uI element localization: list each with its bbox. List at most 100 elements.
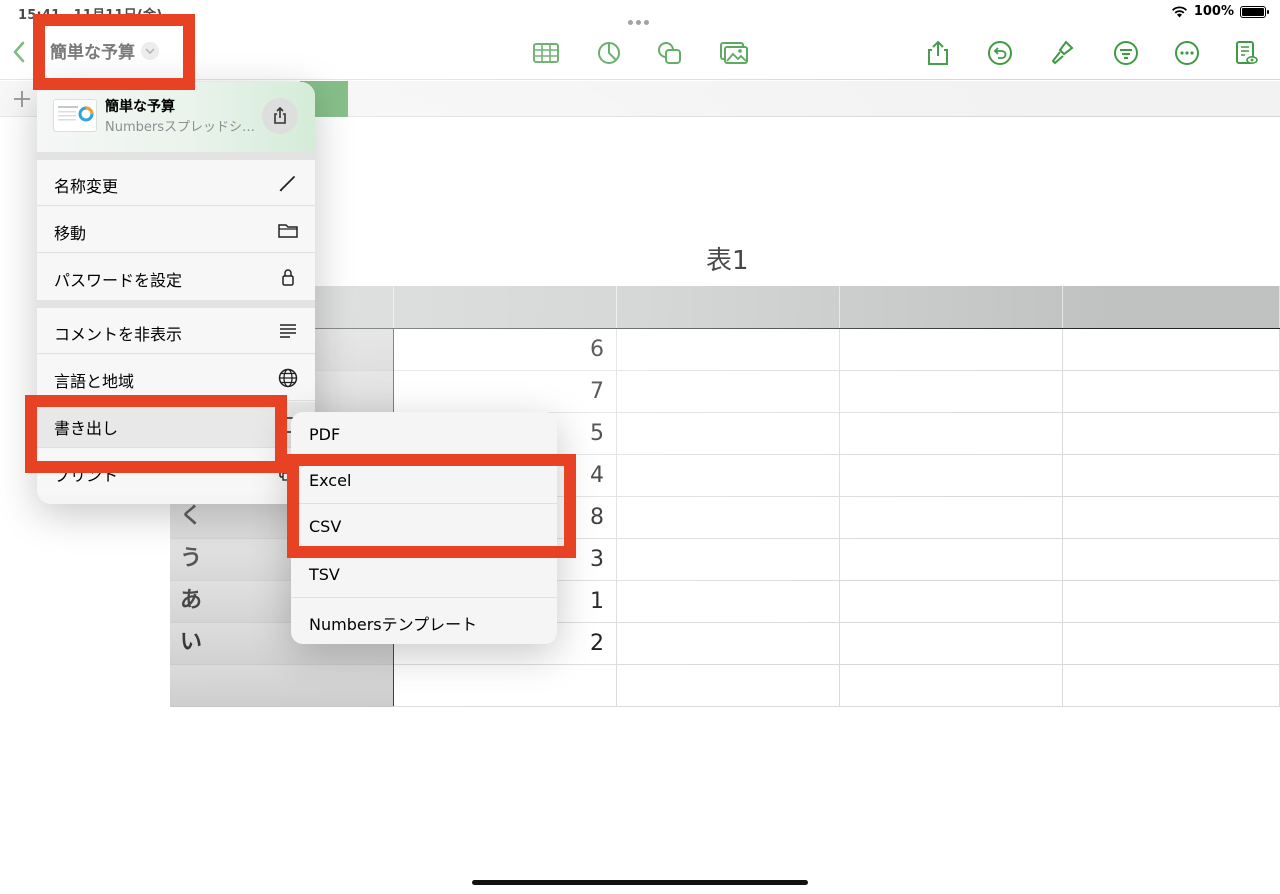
export-option-pdf[interactable]: PDF [291, 412, 557, 458]
table-title: 表1 [706, 246, 749, 276]
empty-cell[interactable] [617, 539, 840, 581]
share-icon[interactable] [924, 40, 952, 66]
column-header[interactable] [617, 286, 840, 328]
globe-icon [278, 368, 298, 388]
export-option-label: Excel [309, 471, 352, 490]
row-header-cell[interactable] [170, 665, 394, 707]
format-brush-icon[interactable] [1048, 40, 1076, 66]
empty-cell[interactable] [840, 329, 1063, 371]
document-menu-header: 簡単な予算 Numbersスプレッドシート [37, 82, 315, 152]
export-option-label: Numbersテンプレート [309, 615, 478, 634]
back-chevron-icon[interactable] [12, 40, 26, 64]
menu-item-hide-comments[interactable]: コメントを非表示 [37, 308, 315, 354]
empty-cell[interactable] [617, 455, 840, 497]
menu-item-rename[interactable]: 名称変更 [37, 160, 315, 206]
header-divider [170, 328, 1280, 329]
empty-cell[interactable] [1063, 413, 1280, 455]
value-cell[interactable]: 6 [394, 329, 617, 371]
empty-cell[interactable] [617, 581, 840, 623]
home-indicator[interactable] [472, 880, 808, 885]
share-button[interactable] [262, 98, 298, 134]
more-icon[interactable] [1173, 40, 1201, 66]
folder-icon [278, 224, 298, 238]
empty-cell[interactable] [617, 413, 840, 455]
multitasking-dots-icon[interactable] [628, 10, 654, 25]
lines-icon [280, 324, 296, 338]
battery-percent: 100% [1193, 4, 1234, 19]
menu-item-label: パスワードを設定 [54, 271, 183, 290]
wifi-icon [1171, 6, 1187, 18]
chart-icon[interactable] [595, 40, 623, 66]
media-icon[interactable] [719, 40, 749, 66]
table-icon[interactable] [532, 40, 560, 66]
menu-item-label: 移動 [54, 224, 87, 243]
collaborate-icon[interactable] [1112, 40, 1140, 66]
column-header[interactable] [394, 286, 617, 328]
shapes-icon[interactable] [656, 40, 684, 66]
menu-item-print[interactable]: プリント [37, 449, 315, 495]
document-menu-subtitle: Numbersスプレッドシート [105, 120, 255, 135]
export-submenu: PDF Excel CSV TSV Numbersテンプレート [291, 412, 557, 644]
export-option-label: CSV [309, 517, 342, 536]
export-option-label: PDF [309, 425, 341, 444]
empty-cell[interactable] [617, 623, 840, 665]
empty-cell[interactable] [617, 329, 840, 371]
empty-cell[interactable] [1063, 329, 1280, 371]
empty-cell[interactable] [840, 455, 1063, 497]
status-time: 15:41 11月11日(金) [18, 8, 163, 23]
export-option-csv[interactable]: CSV [291, 504, 557, 550]
column-header[interactable] [840, 286, 1063, 328]
menu-item-export[interactable]: 書き出し [37, 402, 315, 448]
lock-icon [282, 269, 294, 286]
export-option-label: TSV [309, 565, 340, 584]
document-menu-title: 簡単な予算 [105, 99, 175, 115]
menu-item-label: プリント [54, 466, 119, 485]
empty-cell[interactable] [840, 497, 1063, 539]
document-title-button[interactable]: 簡単な予算 [50, 38, 159, 63]
export-option-excel[interactable]: Excel [291, 458, 557, 504]
pencil-icon [279, 176, 295, 192]
empty-cell[interactable] [1063, 371, 1280, 413]
document-title: 簡単な予算 [50, 43, 135, 63]
empty-cell[interactable] [840, 371, 1063, 413]
share-icon [274, 107, 286, 124]
value-cell[interactable]: 7 [394, 371, 617, 413]
menu-item-move[interactable]: 移動 [37, 207, 315, 253]
menu-separator [37, 152, 315, 160]
menu-item-label: 名称変更 [54, 177, 119, 196]
empty-cell[interactable] [840, 413, 1063, 455]
empty-cell[interactable] [1063, 497, 1280, 539]
menu-item-label: 言語と地域 [54, 372, 135, 391]
document-menu: 簡単な予算 Numbersスプレッドシート 名称変更 移動 パスワードを設定 コ… [37, 82, 315, 504]
document-thumbnail [53, 99, 97, 132]
empty-cell[interactable] [1063, 455, 1280, 497]
value-cell[interactable] [394, 665, 617, 707]
menu-item-label: 書き出し [54, 419, 119, 438]
empty-cell[interactable] [1063, 539, 1280, 581]
menu-item-set-password[interactable]: パスワードを設定 [37, 254, 315, 300]
empty-cell[interactable] [1063, 581, 1280, 623]
empty-cell[interactable] [840, 665, 1063, 707]
empty-cell[interactable] [840, 539, 1063, 581]
numbers-app: 15:41 11月11日(金) 100% 簡単な予算 表1 6 7 5 4 く … [0, 0, 1280, 894]
empty-cell[interactable] [617, 665, 840, 707]
menu-item-language-region[interactable]: 言語と地域 [37, 355, 315, 401]
empty-cell[interactable] [617, 497, 840, 539]
column-header[interactable] [1063, 286, 1280, 328]
menu-separator [37, 300, 315, 308]
undo-icon[interactable] [986, 40, 1014, 66]
empty-cell[interactable] [1063, 665, 1280, 707]
battery-fill [1242, 7, 1264, 16]
battery-icon [1240, 5, 1269, 18]
empty-cell[interactable] [840, 623, 1063, 665]
empty-cell[interactable] [617, 371, 840, 413]
empty-cell[interactable] [840, 581, 1063, 623]
menu-item-label: コメントを非表示 [54, 325, 183, 344]
plus-icon [14, 91, 30, 107]
add-sheet-button[interactable] [12, 87, 32, 115]
chevron-down-icon [141, 41, 159, 60]
export-option-tsv[interactable]: TSV [291, 552, 557, 598]
reading-view-icon[interactable] [1232, 40, 1260, 66]
empty-cell[interactable] [1063, 623, 1280, 665]
export-option-numbers-template[interactable]: Numbersテンプレート [291, 598, 557, 644]
